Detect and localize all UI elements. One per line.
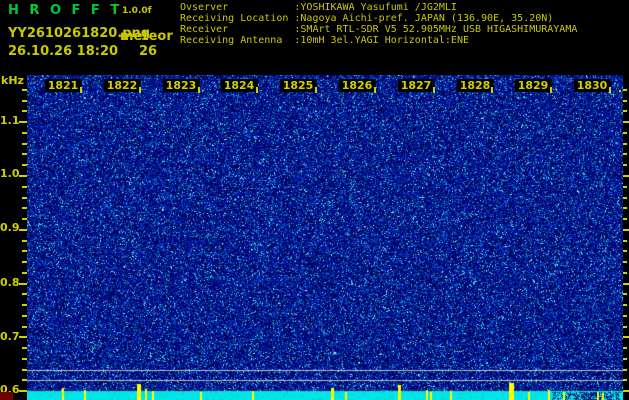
axis-tick bbox=[623, 100, 627, 102]
axis-tick bbox=[623, 143, 627, 145]
axis-tick bbox=[623, 153, 627, 155]
app-title: H R O F F T bbox=[8, 3, 123, 18]
corner-marker bbox=[0, 392, 13, 400]
app-version: 1.0.0f bbox=[122, 6, 152, 16]
axis-tick bbox=[198, 87, 200, 93]
axis-tick bbox=[491, 87, 493, 93]
axis-tick bbox=[315, 87, 317, 93]
x-tick-label: 1822 bbox=[103, 79, 141, 92]
axis-tick bbox=[19, 229, 27, 231]
axis-tick bbox=[22, 250, 27, 252]
axis-tick bbox=[22, 315, 27, 317]
axis-tick bbox=[22, 164, 27, 166]
axis-tick bbox=[22, 261, 27, 263]
x-tick-label: 1830 bbox=[573, 79, 611, 92]
axis-tick bbox=[623, 390, 629, 392]
axis-tick bbox=[22, 207, 27, 209]
axis-tick bbox=[22, 358, 27, 360]
axis-tick bbox=[256, 87, 258, 93]
axis-tick bbox=[623, 358, 627, 360]
axis-tick bbox=[19, 336, 27, 338]
y-tick-label: 0.9 bbox=[0, 221, 20, 234]
axis-tick bbox=[374, 87, 376, 93]
axis-tick bbox=[22, 89, 27, 91]
y-tick-label: 1.0 bbox=[0, 167, 20, 180]
info-receiver: Receiver :SMArt RTL-SDR V5 52.905MHz USB… bbox=[180, 24, 578, 35]
axis-tick bbox=[623, 89, 627, 91]
x-tick-label: 1821 bbox=[44, 79, 82, 92]
axis-tick bbox=[623, 207, 627, 209]
axis-tick bbox=[22, 100, 27, 102]
info-receiving-location: Receiving Location :Nagoya Aichi-pref. J… bbox=[180, 13, 554, 24]
axis-tick bbox=[22, 347, 27, 349]
axis-tick bbox=[623, 369, 627, 371]
axis-tick bbox=[22, 326, 27, 328]
axis-tick bbox=[80, 87, 82, 93]
axis-tick bbox=[619, 90, 621, 92]
observation-mode: meteor bbox=[120, 29, 173, 44]
x-tick-label: 1823 bbox=[162, 79, 200, 92]
x-tick-label: 1828 bbox=[456, 79, 494, 92]
spectrogram-canvas bbox=[27, 75, 623, 400]
axis-tick bbox=[623, 283, 629, 285]
axis-tick bbox=[623, 272, 627, 274]
axis-tick bbox=[623, 175, 629, 177]
axis-tick bbox=[623, 132, 627, 134]
y-axis-unit: kHz bbox=[1, 74, 24, 87]
axis-tick bbox=[623, 315, 627, 317]
axis-tick bbox=[19, 175, 27, 177]
axis-tick bbox=[623, 293, 627, 295]
axis-tick bbox=[19, 121, 27, 123]
axis-tick bbox=[623, 347, 627, 349]
axis-tick bbox=[550, 87, 552, 93]
axis-tick bbox=[433, 87, 435, 93]
y-tick-label: 0.7 bbox=[0, 330, 20, 343]
axis-tick bbox=[19, 390, 27, 392]
info-receiving-antenna: Receiving Antenna :10mH 3el.YAGI Horizon… bbox=[180, 35, 469, 46]
axis-tick bbox=[623, 218, 627, 220]
axis-tick bbox=[22, 197, 27, 199]
axis-tick bbox=[22, 304, 27, 306]
axis-tick bbox=[623, 261, 627, 263]
axis-tick bbox=[22, 379, 27, 381]
axis-tick bbox=[22, 293, 27, 295]
x-tick-label: 1825 bbox=[279, 79, 317, 92]
axis-tick bbox=[623, 240, 627, 242]
axis-tick bbox=[22, 369, 27, 371]
x-tick-label: 1829 bbox=[514, 79, 552, 92]
x-tick-label: 1824 bbox=[220, 79, 258, 92]
axis-tick bbox=[139, 87, 141, 93]
axis-tick bbox=[22, 132, 27, 134]
axis-tick bbox=[22, 110, 27, 112]
axis-tick bbox=[623, 304, 627, 306]
axis-tick bbox=[623, 164, 627, 166]
axis-tick bbox=[22, 272, 27, 274]
x-tick-label: 1827 bbox=[397, 79, 435, 92]
y-tick-label: 1.1 bbox=[0, 114, 20, 127]
info-observer: Ovserver :YOSHIKAWA Yasufumi /JG2MLI bbox=[180, 2, 457, 13]
axis-tick bbox=[623, 326, 627, 328]
axis-tick bbox=[623, 250, 627, 252]
y-tick-label: 0.8 bbox=[0, 276, 20, 289]
axis-tick bbox=[609, 87, 611, 93]
echo-count: 26 bbox=[139, 44, 158, 59]
axis-tick bbox=[623, 186, 627, 188]
axis-tick bbox=[623, 336, 629, 338]
axis-tick bbox=[623, 110, 627, 112]
axis-tick bbox=[22, 186, 27, 188]
axis-tick bbox=[22, 143, 27, 145]
axis-tick bbox=[623, 121, 629, 123]
observation-info: Ovserver :YOSHIKAWA Yasufumi /JG2MLI Rec… bbox=[180, 2, 577, 46]
hrofft-screen: H R O F F T 1.0.0f YY2610261820.png mete… bbox=[0, 0, 629, 400]
axis-tick bbox=[22, 240, 27, 242]
observation-datetime: 26.10.26 18:20 bbox=[8, 44, 119, 59]
axis-tick bbox=[19, 283, 27, 285]
axis-tick bbox=[623, 229, 629, 231]
axis-tick bbox=[22, 218, 27, 220]
axis-tick bbox=[623, 379, 627, 381]
x-tick-label: 1826 bbox=[338, 79, 376, 92]
axis-tick bbox=[623, 197, 627, 199]
axis-tick bbox=[22, 153, 27, 155]
